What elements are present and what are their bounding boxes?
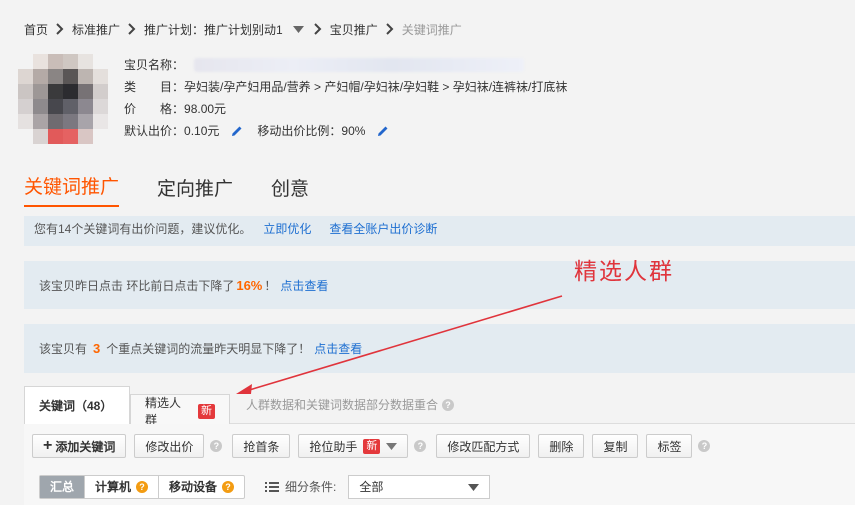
click-drop-notice: 该宝贝昨日点击 环比前日点击下降了 16% ！ 点击查看 [24, 261, 855, 309]
view-details-link[interactable]: 点击查看 [280, 277, 328, 294]
chevron-right-icon [306, 23, 330, 35]
breadcrumb-home[interactable]: 首页 [24, 21, 48, 38]
add-keyword-label: 添加关键词 [55, 439, 116, 454]
tab-keywords[interactable]: 关键词（48） [24, 386, 130, 424]
product-name-blurred [194, 58, 525, 72]
plus-icon: + [43, 437, 53, 454]
help-icon[interactable]: ? [222, 480, 235, 493]
keyword-toolbar: + 添加关键词 修改出价 ? 抢首条 抢位助手 新 ? 修改匹配方式 删除 复制… [24, 424, 855, 468]
promo-type-tabs: 关键词推广 定向推广 创意 [24, 172, 347, 207]
chevron-right-icon [120, 23, 144, 35]
notice-text: 您有14个关键词有出价问题，建议优化。 [34, 222, 252, 236]
list-icon [265, 481, 280, 493]
segment-all[interactable]: 汇总 [40, 475, 86, 498]
breadcrumb-standard[interactable]: 标准推广 [72, 21, 120, 38]
pencil-icon[interactable] [377, 125, 389, 137]
chevron-right-icon [48, 23, 72, 35]
view-details-link[interactable]: 点击查看 [314, 340, 362, 357]
tab-targeted-promo[interactable]: 定向推广 [157, 174, 233, 207]
notice-text: 该宝贝有 [39, 342, 88, 356]
breadcrumb-item-promo[interactable]: 宝贝推广 [330, 21, 378, 38]
breakdown-select-value: 全部 [359, 480, 384, 494]
drop-percent: 16% [236, 277, 263, 293]
price-value: 98.00元 [184, 102, 227, 116]
tab-audience-label: 精选人群 [145, 396, 182, 427]
product-thumbnail[interactable] [18, 54, 108, 144]
help-icon[interactable]: ? [698, 440, 711, 452]
segment-pc-label: 计算机 [95, 480, 132, 494]
tab-selected-audience[interactable]: 精选人群 新 [130, 394, 230, 427]
delete-button[interactable]: 删除 [538, 434, 585, 458]
overlap-hint-text: 人群数据和关键词数据部分数据重合 [246, 398, 439, 412]
add-keyword-button[interactable]: + 添加关键词 [32, 434, 127, 458]
breadcrumb-current: 关键词推广 [401, 22, 462, 37]
copy-button[interactable]: 复制 [592, 434, 639, 458]
bid-assistant-label: 抢位助手 [309, 439, 358, 454]
breakdown-label: 细分条件: [285, 480, 337, 494]
traffic-drop-notice: 该宝贝有 3 个重点关键词的流量昨天明显下降了！ 点击查看 [24, 324, 855, 373]
edit-bid-button[interactable]: 修改出价 [134, 434, 205, 458]
mobile-ratio-value: 90% [341, 124, 366, 138]
pencil-icon[interactable] [231, 125, 243, 137]
caret-down-icon[interactable] [386, 442, 398, 450]
new-badge: 新 [198, 403, 215, 419]
tab-keyword-promo[interactable]: 关键词推广 [24, 172, 120, 207]
annotation-text: 精选人群 [574, 259, 674, 285]
notice-text: 该宝贝昨日点击 环比前日点击下降了 [39, 278, 235, 293]
keyword-count: 3 [93, 341, 101, 356]
edit-match-button[interactable]: 修改匹配方式 [436, 434, 531, 458]
default-bid-label: 默认出价： [124, 124, 185, 138]
tab-creative[interactable]: 创意 [271, 174, 309, 207]
default-bid-value: 0.10元 [184, 124, 220, 138]
grab-top-button[interactable]: 抢首条 [232, 434, 291, 458]
breadcrumb: 首页 标准推广 推广计划：推广计划别动1 宝贝推广 关键词推广 [24, 20, 462, 38]
caret-down-icon[interactable] [292, 25, 304, 33]
help-icon[interactable]: ? [136, 480, 149, 493]
mobile-ratio-label: 移动出价比例： [257, 124, 342, 138]
segment-mobile-label: 移动设备 [169, 480, 218, 494]
segment-all-label: 汇总 [50, 480, 75, 494]
breadcrumb-campaign[interactable]: 推广计划：推广计划别动1 [144, 21, 283, 38]
segment-pc[interactable]: 计算机 ? [85, 475, 160, 498]
chevron-down-icon [468, 480, 480, 494]
breakdown-select[interactable]: 全部 [348, 474, 491, 499]
optimize-now-link[interactable]: 立即优化 [263, 220, 311, 237]
bid-issue-notice: 您有14个关键词有出价问题，建议优化。 立即优化 查看全账户出价诊断 [24, 216, 855, 246]
help-icon[interactable]: ? [210, 440, 223, 452]
category-label: 类 目： [124, 80, 185, 94]
new-badge: 新 [363, 438, 381, 454]
notice-text-suffix: ！ [264, 278, 277, 293]
product-info: 宝贝名称： 类 目： 孕妇装/孕产妇用品/营养 > 产妇帽/孕妇袜/孕妇鞋 > … [124, 54, 567, 142]
help-icon[interactable]: ? [442, 398, 455, 411]
product-name-label: 宝贝名称： [124, 58, 185, 72]
price-label: 价 格： [124, 102, 185, 116]
overlap-hint: 人群数据和关键词数据部分数据重合 ? [246, 386, 455, 423]
chevron-right-icon [378, 23, 402, 35]
filter-row: 汇总 计算机 ? 移动设备 ? 细分条件: 全部 [24, 468, 855, 505]
panel-tabs: 关键词（48） 精选人群 新 人群数据和关键词数据部分数据重合 ? [24, 386, 855, 427]
category-value: 孕妇装/孕产妇用品/营养 > 产妇帽/孕妇袜/孕妇鞋 > 孕妇袜/连裤袜/打底袜 [184, 80, 568, 94]
tab-keywords-label: 关键词（48） [39, 399, 113, 413]
segment-mobile[interactable]: 移动设备 ? [159, 476, 244, 498]
tag-button[interactable]: 标签 [646, 434, 693, 458]
notice-text-suffix: 个重点关键词的流量昨天明显下降了！ [106, 342, 311, 356]
help-icon[interactable]: ? [414, 440, 427, 452]
bid-assistant-button[interactable]: 抢位助手 新 [298, 434, 409, 458]
account-diagnosis-link[interactable]: 查看全账户出价诊断 [329, 220, 437, 237]
device-segment: 汇总 计算机 ? 移动设备 ? [39, 474, 246, 499]
